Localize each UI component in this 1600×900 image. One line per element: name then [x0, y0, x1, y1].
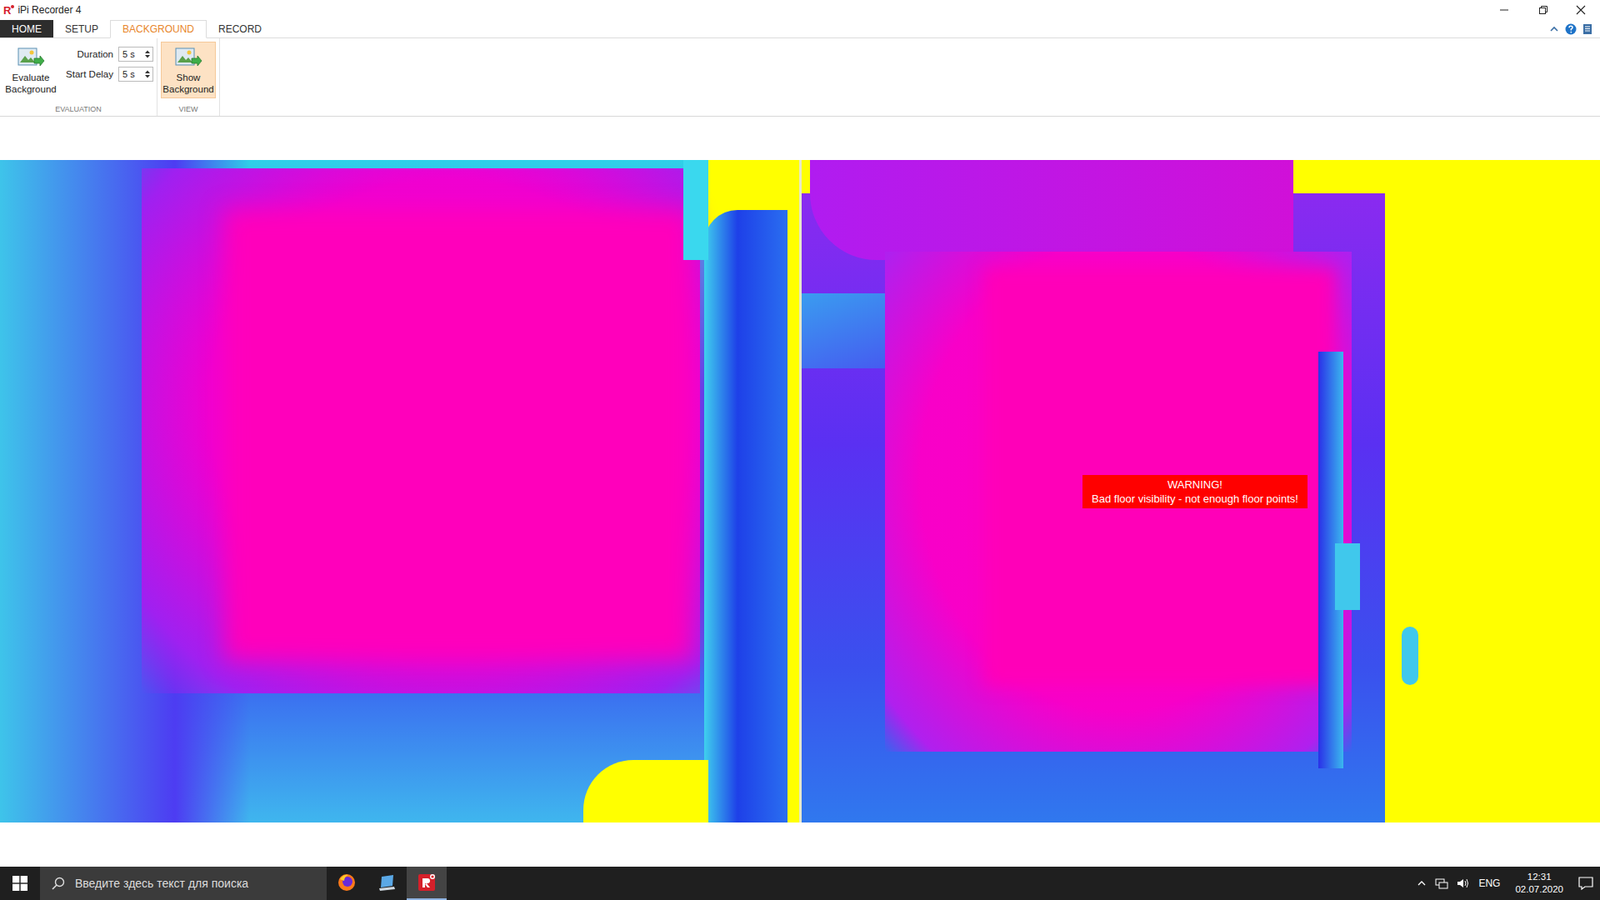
ribbon-tab[interactable]: RECORD: [206, 20, 274, 38]
ribbon-group: Show Background VIEW: [157, 38, 220, 116]
depth-region: [225, 210, 692, 660]
ribbon-tab[interactable]: HOME: [0, 20, 54, 38]
system-tray: ENG 12:3102.07.2020: [1416, 866, 1600, 900]
clock-date: 02.07.2020: [1515, 883, 1564, 896]
spacer: [0, 116, 1600, 160]
up-arrow-icon[interactable]: [144, 70, 151, 74]
window-title: iPi Recorder 4: [14, 4, 81, 16]
clock[interactable]: 12:3102.07.2020: [1508, 870, 1570, 896]
spinner-row: Duration 5 s: [63, 46, 154, 62]
search-box[interactable]: Введите здесь текст для поиска: [40, 866, 327, 900]
spinner-label: Start Delay: [63, 69, 114, 80]
depth-view: WARNING!Bad floor visibility - not enoug…: [801, 160, 1600, 823]
warning-banner: WARNING!Bad floor visibility - not enoug…: [1082, 475, 1308, 509]
ipi-icon: [416, 872, 437, 893]
taskbar-app[interactable]: [406, 866, 447, 900]
toggle-button[interactable]: Show Background: [160, 41, 216, 99]
collapse-icon[interactable]: [1548, 23, 1560, 35]
ribbon-tabs: HOMESETUPBACKGROUNDRECORD: [0, 20, 1600, 39]
ribbon-tab[interactable]: BACKGROUND: [110, 20, 207, 39]
down-arrow-icon[interactable]: [144, 75, 151, 79]
background-image-icon: [173, 45, 204, 70]
background-image-icon: [15, 45, 46, 70]
button-label: Evaluate Background: [5, 71, 56, 95]
depth-region: [683, 160, 709, 260]
spinner-field[interactable]: 5 s: [118, 46, 154, 62]
depth-view: [0, 160, 800, 823]
down-arrow-icon[interactable]: [144, 55, 151, 59]
volume-icon: [1456, 877, 1470, 890]
spinner-value[interactable]: 5 s: [119, 49, 145, 60]
spinner-label: Duration: [63, 49, 114, 60]
minimize-icon[interactable]: [1485, 0, 1524, 20]
spinner-arrows: [144, 67, 153, 81]
close-icon[interactable]: [1561, 0, 1600, 20]
language-indicator[interactable]: ENG: [1478, 877, 1500, 890]
depth-region: [704, 210, 788, 823]
depth-region: [1335, 543, 1360, 610]
button-label: Show Background: [162, 71, 214, 95]
group-label: VIEW: [160, 104, 216, 115]
spinner-field[interactable]: 5 s: [118, 66, 154, 82]
spinner-stack: Duration 5 s Start Delay 5 s: [63, 41, 154, 82]
spacer: [0, 822, 1600, 867]
taskbar-app[interactable]: [366, 866, 407, 900]
start-button[interactable]: [0, 866, 40, 900]
spinner-value[interactable]: 5 s: [119, 69, 145, 80]
ribbon-tab[interactable]: SETUP: [53, 20, 110, 38]
camera-views: WARNING!Bad floor visibility - not enoug…: [0, 160, 1600, 823]
ribbon-button[interactable]: Evaluate Background: [3, 41, 59, 99]
search-placeholder[interactable]: Введите здесь текст для поиска: [75, 876, 249, 890]
document-icon[interactable]: [1581, 23, 1594, 35]
depth-region: [810, 160, 1294, 260]
firefox-icon: [336, 872, 357, 893]
window-controls: [1485, 0, 1600, 20]
warning-message: Bad floor visibility - not enough floor …: [1087, 491, 1303, 506]
warning-title: WARNING!: [1087, 477, 1303, 492]
laptop-icon: [376, 872, 397, 893]
show-hidden-icon: [1416, 878, 1427, 889]
group-label: EVALUATION: [3, 104, 154, 115]
app-logo: R: [0, 4, 15, 17]
windows-icon: [12, 875, 28, 891]
notifications-icon: [1578, 876, 1594, 890]
spinner-arrows: [144, 47, 153, 61]
clock-time: 12:31: [1527, 870, 1552, 884]
title-bar: RiPi Recorder 4: [0, 0, 1600, 20]
ribbon: Evaluate BackgroundDuration5 sStart Dela…: [0, 38, 1600, 117]
up-arrow-icon[interactable]: [144, 50, 151, 54]
ribbon-tools: [1548, 20, 1600, 38]
taskbar: Введите здесь текст для поиска ENG 12:3102…: [0, 866, 1600, 900]
depth-region: [1401, 626, 1419, 685]
ribbon-group: Evaluate BackgroundDuration5 sStart Dela…: [0, 38, 158, 116]
search-icon: [51, 876, 65, 890]
restore-icon[interactable]: [1523, 0, 1562, 20]
network-icon: [1435, 877, 1449, 890]
taskbar-app[interactable]: [326, 866, 367, 900]
help-icon[interactable]: [1565, 23, 1577, 35]
spinner-row: Start Delay 5 s: [63, 66, 154, 82]
